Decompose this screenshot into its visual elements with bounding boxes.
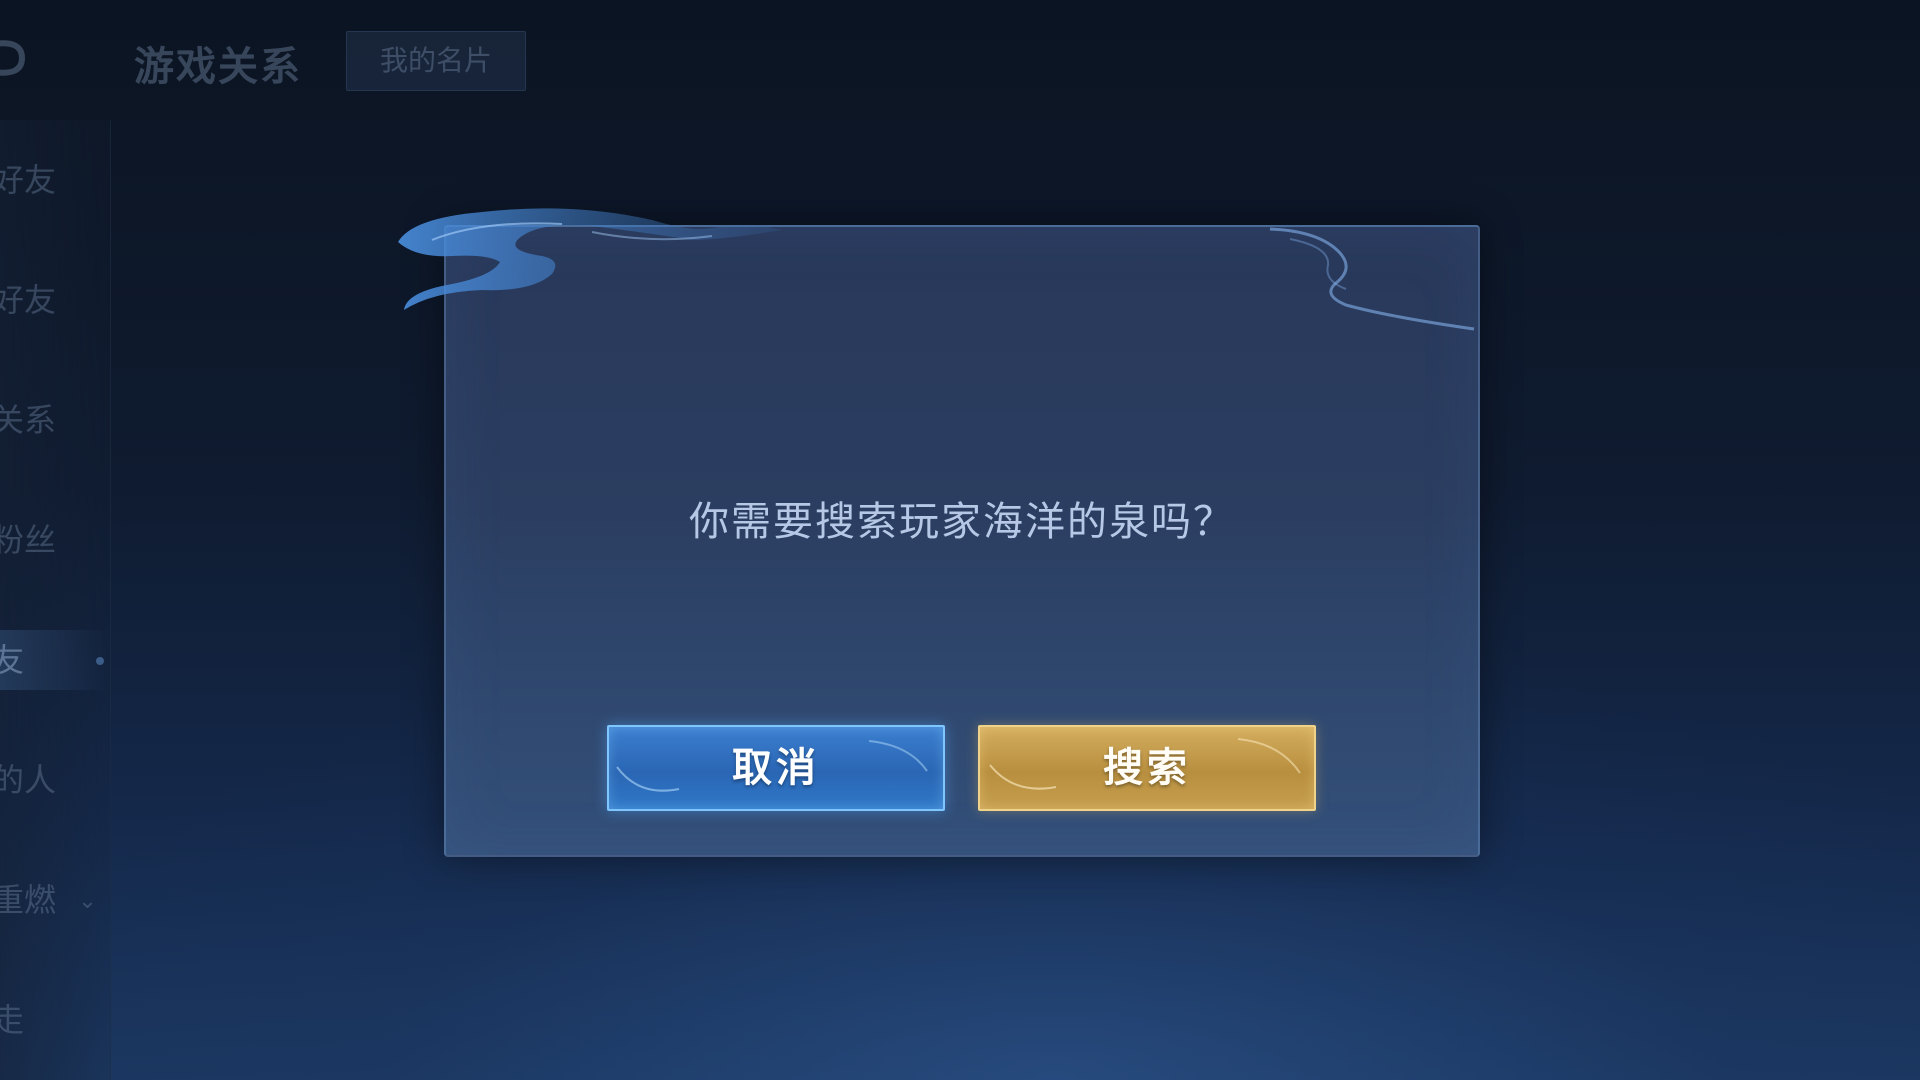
cancel-button-label: 取消 <box>732 745 820 791</box>
search-button-label: 搜索 <box>1103 745 1191 791</box>
cancel-button[interactable]: 取消 <box>607 725 945 811</box>
search-button[interactable]: 搜索 <box>978 725 1316 811</box>
dialog-message: 你需要搜索玩家海洋的泉吗？ <box>689 499 1235 545</box>
search-confirm-dialog: 你需要搜索玩家海洋的泉吗？ 取消 搜索 <box>444 225 1480 857</box>
